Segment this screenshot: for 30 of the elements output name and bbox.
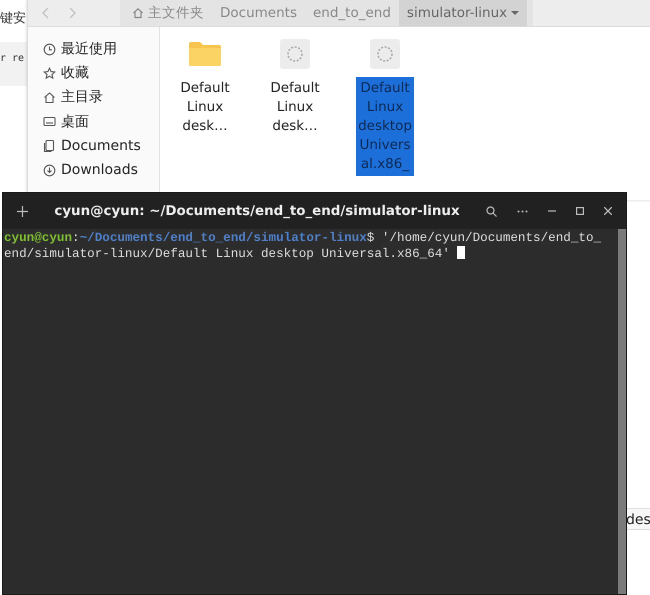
sidebar-item[interactable]: 最近使用 — [28, 37, 159, 62]
home-icon — [132, 7, 144, 19]
new-tab-icon[interactable] — [17, 206, 28, 216]
sidebar-item[interactable]: 主目录 — [28, 85, 159, 110]
home-icon — [43, 90, 56, 104]
file-name[interactable]: Default Linux desk… — [176, 77, 234, 138]
sidebar-item[interactable]: Downloads — [28, 158, 159, 182]
download-icon — [43, 164, 56, 177]
menu-icon[interactable] — [517, 210, 528, 212]
star-icon — [43, 66, 56, 80]
minimize-icon[interactable] — [548, 210, 556, 212]
sidebar-item[interactable]: 桌面 — [28, 110, 159, 134]
background-text: 键安 — [0, 10, 26, 27]
sidebar-item[interactable]: Documents — [28, 134, 159, 158]
scrollbar[interactable] — [618, 229, 626, 594]
search-icon[interactable] — [486, 206, 497, 216]
terminal-line: cyun@cyun:~/Documents/end_to_end/simulator-linux$ '/home/cyun/Documents/end_to_end/simulator-linux/Default Linux desktop Universal.x86_64' — [3, 230, 602, 262]
chevron-right-icon — [68, 7, 76, 19]
maximize-icon[interactable] — [576, 207, 584, 215]
documents-icon — [43, 139, 56, 152]
code-panel: r re — [0, 42, 27, 86]
breadcrumb-item[interactable]: simulator-linux — [398, 0, 528, 26]
clock-icon — [43, 42, 56, 56]
window-title: cyun@cyun: ~/Documents/end_to_end/simulator-linux — [53, 204, 461, 218]
monitor-icon — [43, 115, 56, 128]
chevron-left-icon — [42, 7, 50, 19]
sidebar-item[interactable]: 收藏 — [28, 61, 159, 86]
caret-icon — [511, 10, 520, 16]
file-name[interactable]: Default Linux desk… — [266, 77, 324, 138]
close-icon[interactable] — [604, 207, 612, 215]
